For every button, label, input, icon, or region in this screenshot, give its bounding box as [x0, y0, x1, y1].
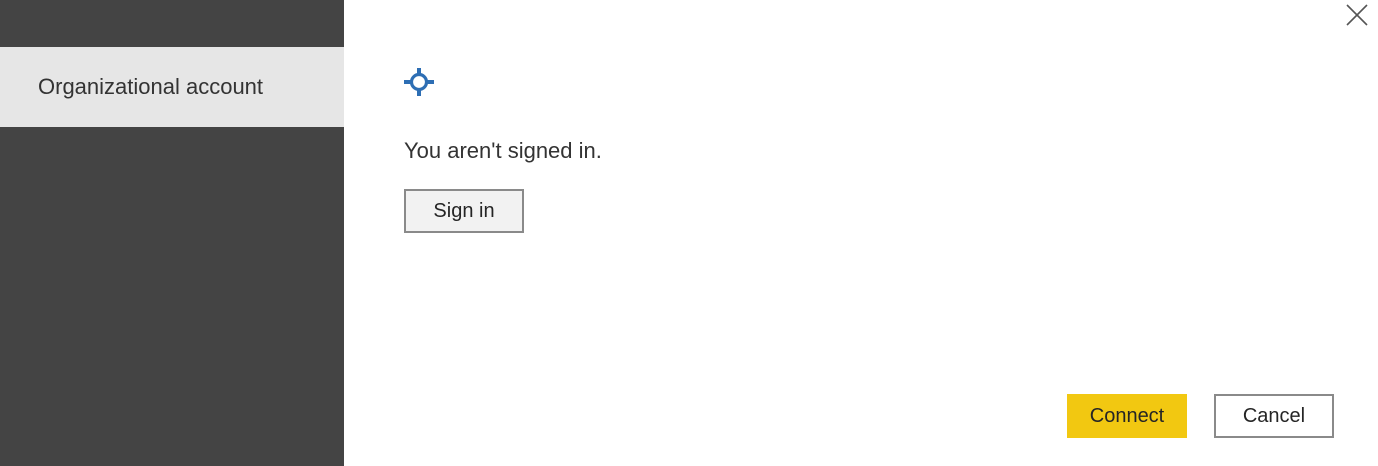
cancel-button[interactable]: Cancel: [1214, 394, 1334, 438]
close-button[interactable]: [1338, 0, 1374, 30]
sign-in-status-text: You aren't signed in.: [404, 138, 602, 163]
close-icon: [1346, 4, 1368, 26]
sidebar-item-label: Organizational account: [38, 74, 264, 99]
sidebar: Organizational account: [0, 0, 344, 466]
sign-in-dialog: Organizational account You aren't signed…: [0, 0, 1378, 466]
sign-in-button[interactable]: Sign in: [404, 189, 524, 233]
sidebar-item-organizational-account[interactable]: Organizational account: [0, 47, 344, 127]
connection-icon: [404, 68, 434, 96]
connect-button[interactable]: Connect: [1067, 394, 1187, 438]
